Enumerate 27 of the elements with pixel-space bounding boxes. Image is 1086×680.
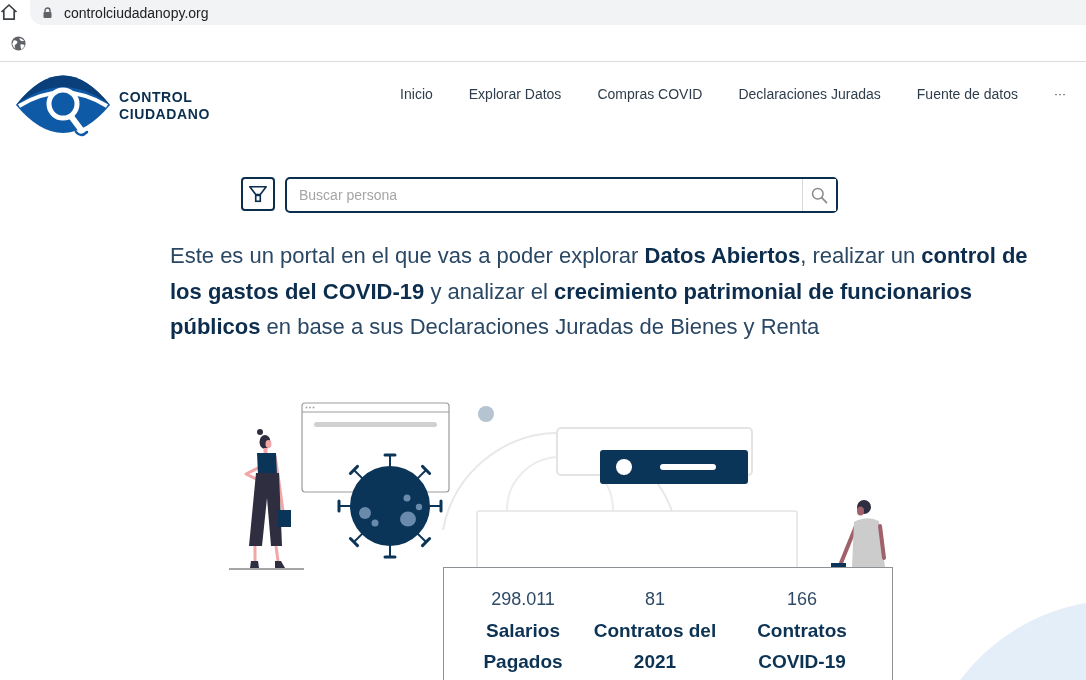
home-icon[interactable] [0,3,18,21]
lock-icon [43,7,52,18]
intro-paragraph: Este es un portal en el que vas a poder explorar Datos Abiertos, realizar un control de los gastos del COVID-19 y analizar el crecimiento patrimonial de funcionarios públicos en base a sus Declaraciones Juradas de Bienes y Renta [170,242,1029,341]
search-button[interactable] [802,179,836,211]
logo-wordmark[interactable]: CONTROL CIUDADANO [119,88,210,123]
search-field[interactable]: Buscar persona [287,179,802,211]
more-button[interactable]: ··· [1054,84,1066,104]
seated-person [831,500,886,567]
nav-link[interactable]: Explorar Datos [468,84,562,104]
globe-icon[interactable] [11,35,26,51]
nav-link[interactable]: Compras COVID [597,84,703,104]
stat-value: 166 [785,588,818,611]
stat-label: Contratos COVID-19 [756,619,848,674]
eye-logo-icon[interactable] [15,75,111,139]
nav-link[interactable]: Inicio [400,84,433,104]
stat-value: 298.011 [490,588,556,611]
nav-link[interactable]: Declaraciones Juradas [738,84,881,104]
stat-value: 81 [644,588,666,611]
search-bar[interactable]: Buscar persona [285,177,838,213]
filter-icon [248,184,268,204]
nav-link[interactable]: Fuente de datos [916,84,1018,104]
dot-icon [478,406,494,422]
stat-label: Salarios Pagados [482,619,564,674]
address-bar[interactable]: controlciudadanopy.org [30,0,1086,25]
filter-button[interactable] [241,177,275,211]
search-icon [811,186,828,204]
stat-label: Contratos del 2021 [592,619,718,674]
